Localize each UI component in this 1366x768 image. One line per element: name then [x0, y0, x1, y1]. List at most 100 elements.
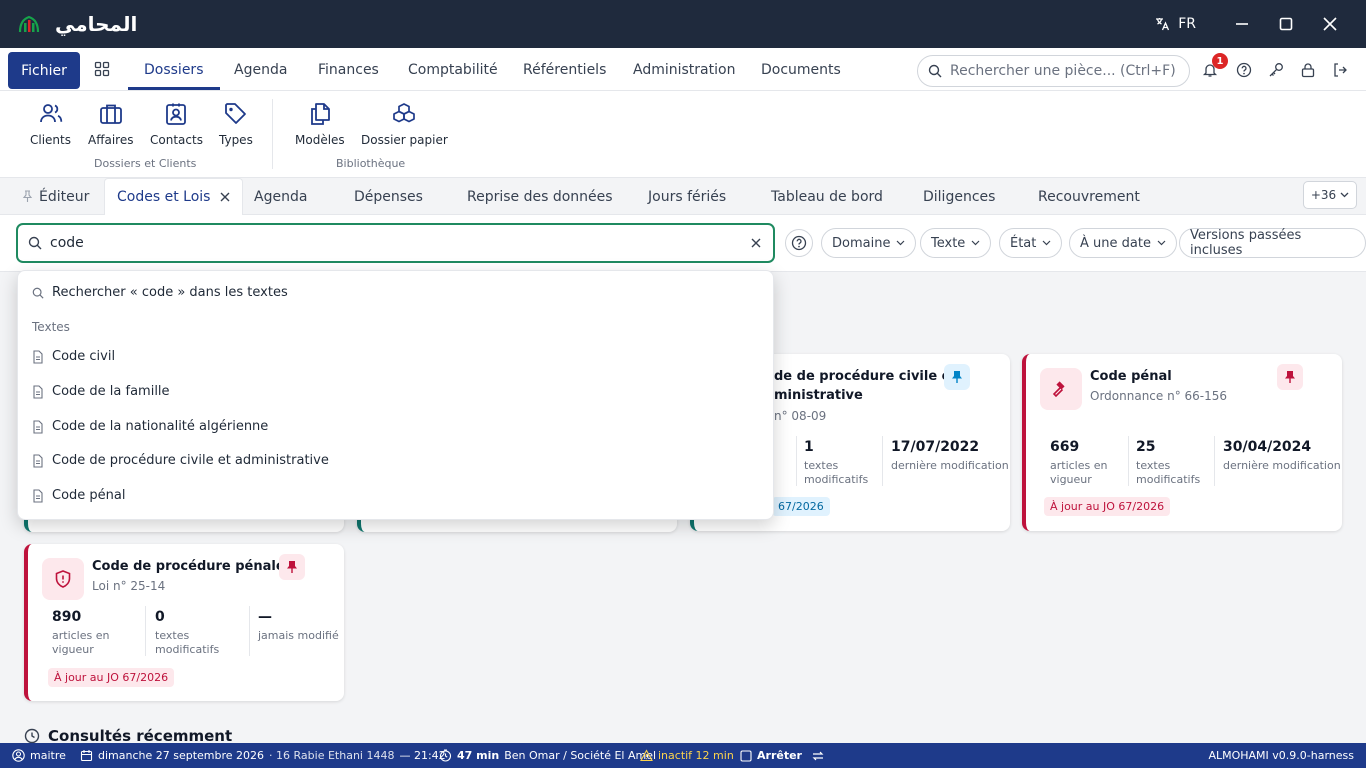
ribbon-dossier-papier-label: Dossier papier	[361, 133, 448, 147]
global-search[interactable]	[917, 55, 1190, 87]
search-icon	[28, 236, 42, 250]
ribbon-contacts-button[interactable]: Contacts	[150, 101, 203, 147]
grid-icon	[94, 61, 110, 77]
status-hijri: · 16 Rabie Ethani 1448	[269, 749, 395, 762]
briefcase-icon	[99, 104, 122, 124]
ribbon-dossier-papier-button[interactable]: Dossier papier	[361, 101, 448, 147]
app-name: المحامي	[55, 12, 138, 36]
fichier-button[interactable]: Fichier	[8, 52, 80, 89]
pin-outline-icon	[22, 190, 33, 202]
status-user[interactable]: maitre	[12, 743, 66, 768]
ribbon-modeles-button[interactable]: Modèles	[295, 101, 345, 147]
ribbon-clients-button[interactable]: Clients	[30, 101, 71, 147]
tab-recouvrement[interactable]: Recouvrement	[1038, 178, 1140, 215]
tab-referentiels[interactable]: Référentiels	[523, 48, 606, 90]
key-icon	[1269, 63, 1283, 77]
ribbon-types-button[interactable]: Types	[219, 101, 253, 147]
suggestion-item[interactable]: Code de procédure civile et administrati…	[32, 453, 329, 468]
card-code-penal[interactable]: Code pénal Ordonnance n° 66-156 669 arti…	[1022, 354, 1342, 531]
stat-separator	[1214, 436, 1215, 486]
maximize-button[interactable]	[1264, 0, 1308, 48]
help-icon	[1236, 62, 1252, 78]
apps-grid-button[interactable]	[94, 61, 110, 77]
card-code-procedure-penale[interactable]: Code de procédure pénale Loi n° 25-14 89…	[24, 544, 344, 701]
card-penal-jo-badge: À jour au JO 67/2026	[1044, 497, 1171, 516]
users-icon	[39, 104, 62, 123]
key-button[interactable]	[1268, 62, 1284, 78]
tab-dossiers[interactable]: Dossiers	[128, 48, 220, 90]
suggestion-item[interactable]: Code de la famille	[32, 384, 170, 399]
card-penal-stat-date: 30/04/2024 dernière modification	[1223, 439, 1341, 472]
tab-agenda-doc[interactable]: Agenda	[254, 178, 307, 215]
document-icon	[33, 419, 43, 434]
ribbon-affaires-button[interactable]: Affaires	[88, 101, 133, 147]
search-suggestions-dropdown: Rechercher « code » dans les textes Text…	[17, 270, 774, 520]
card-cpca-jo-badge: 67/2026	[772, 497, 830, 516]
document-icon	[33, 349, 43, 364]
help-button[interactable]	[1236, 62, 1252, 78]
copy-documents-icon	[310, 103, 330, 125]
close-window-button[interactable]	[1308, 0, 1352, 48]
card-penal-pin-button[interactable]	[1277, 364, 1303, 390]
minimize-button[interactable]	[1220, 0, 1264, 48]
codes-search[interactable]	[16, 223, 775, 263]
close-tab-icon[interactable]	[220, 192, 230, 202]
tab-editeur[interactable]: Éditeur	[22, 178, 89, 215]
language-switcher[interactable]: FR	[1154, 16, 1196, 32]
chevron-down-icon	[971, 240, 980, 246]
chevron-down-icon	[1157, 240, 1166, 246]
codes-search-input[interactable]	[50, 235, 730, 251]
suggestion-item[interactable]: Code civil	[32, 349, 115, 364]
card-cpp-pin-button[interactable]	[279, 554, 305, 580]
swap-icon	[812, 751, 824, 760]
tab-editeur-label: Éditeur	[39, 188, 90, 205]
card-cpca-stat-date: 17/07/2022 dernière modification	[891, 439, 1009, 472]
tab-agenda[interactable]: Agenda	[234, 48, 287, 90]
lock-icon	[1301, 63, 1315, 78]
suggestion-search-all-label: Rechercher « code » dans les textes	[52, 285, 288, 300]
card-penal-icon-box	[1040, 368, 1082, 410]
tab-jours-feries[interactable]: Jours fériés	[648, 178, 726, 215]
logout-button[interactable]	[1332, 62, 1348, 78]
filter-domaine[interactable]: Domaine	[821, 228, 917, 258]
status-bar: maitre dimanche 27 septembre 2026 · 16 R…	[0, 743, 1366, 768]
filter-a-une-date[interactable]: À une date	[1069, 228, 1177, 258]
suggestion-item[interactable]: Code pénal	[32, 488, 125, 503]
status-client: Ben Omar / Société El Amel	[504, 749, 657, 762]
card-cpca-stat-modifs: 1 textes modificatifs	[804, 439, 869, 486]
tab-codes-et-lois[interactable]: Codes et Lois	[104, 178, 244, 215]
filter-domaine-label: Domaine	[832, 235, 891, 251]
tab-comptabilite[interactable]: Comptabilité	[408, 48, 498, 90]
tab-finances[interactable]: Finances	[318, 48, 379, 90]
card-cpca-pin-button[interactable]	[944, 364, 970, 390]
tab-tableau-de-bord[interactable]: Tableau de bord	[771, 178, 883, 215]
filter-texte[interactable]: Texte	[920, 228, 992, 258]
suggestion-search-all[interactable]: Rechercher « code » dans les textes	[32, 285, 288, 300]
lock-button[interactable]	[1300, 62, 1316, 78]
ribbon-affaires-label: Affaires	[88, 133, 134, 147]
status-timer[interactable]: 47 min Ben Omar / Société El Amel	[439, 743, 656, 768]
tab-diligences[interactable]: Diligences	[923, 178, 995, 215]
tab-administration[interactable]: Administration	[633, 48, 735, 90]
app-logo: المحامي	[17, 12, 137, 36]
ribbon-clients-label: Clients	[30, 133, 71, 147]
card-penal-stat-modifs: 25 textes modificatifs	[1136, 439, 1201, 486]
filter-etat[interactable]: État	[999, 228, 1063, 258]
filter-versions-passees[interactable]: Versions passées incluses	[1179, 228, 1366, 258]
status-switch-button[interactable]	[811, 743, 825, 768]
more-tabs-button[interactable]: +36	[1303, 181, 1357, 209]
language-label: FR	[1178, 16, 1196, 32]
tab-codes-et-lois-label: Codes et Lois	[117, 189, 211, 205]
card-penal-stat-articles: 669 articles en vigueur	[1050, 439, 1108, 486]
card-cpp-icon-box	[42, 558, 84, 600]
card-penal-subtitle: Ordonnance n° 66-156	[1090, 389, 1228, 403]
tab-depenses[interactable]: Dépenses	[354, 178, 423, 215]
clear-search-icon[interactable]	[749, 236, 763, 250]
search-help-button[interactable]	[785, 229, 813, 257]
tab-documents[interactable]: Documents	[761, 48, 841, 90]
warning-icon	[640, 749, 653, 762]
status-stop-button[interactable]: Arrêter	[740, 743, 802, 768]
global-search-input[interactable]	[950, 63, 1180, 79]
tab-reprise-donnees[interactable]: Reprise des données	[467, 178, 613, 215]
suggestion-item[interactable]: Code de la nationalité algérienne	[32, 419, 268, 434]
